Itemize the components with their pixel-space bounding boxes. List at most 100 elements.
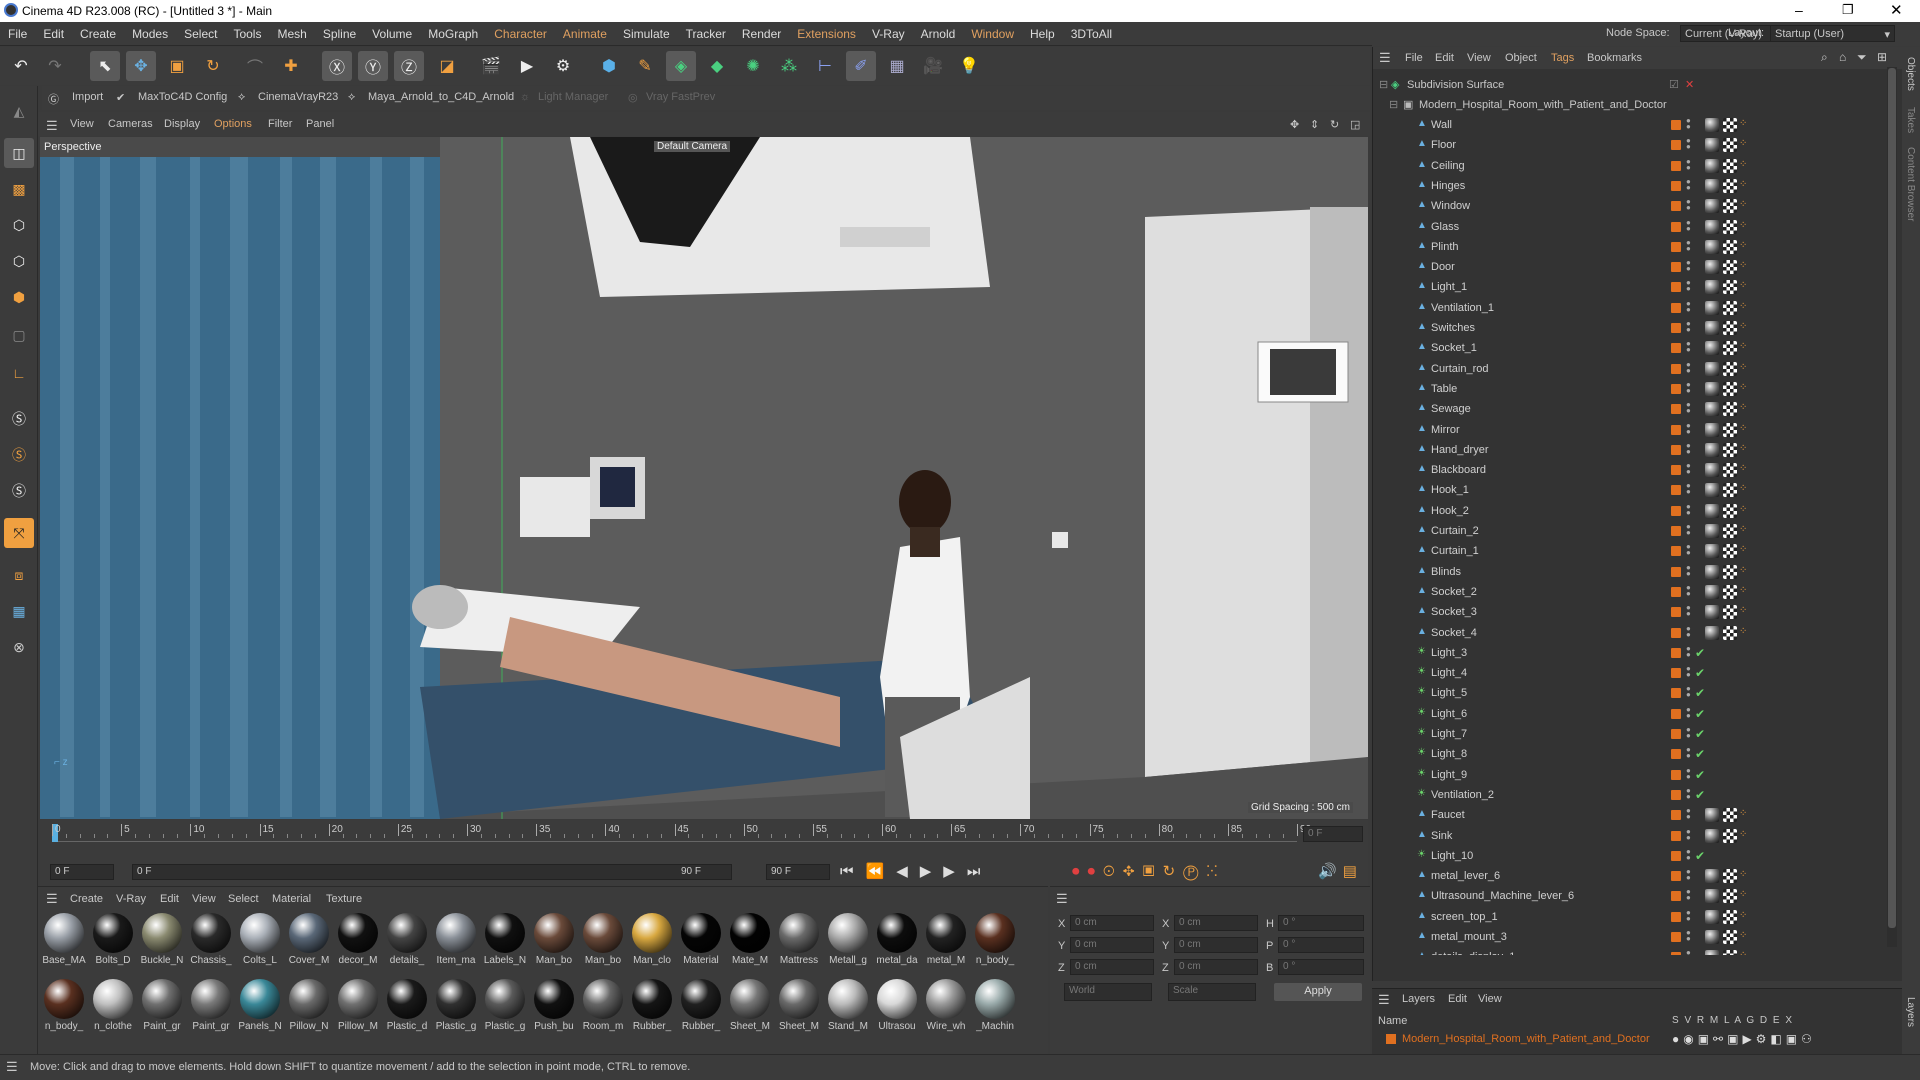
- visibility-dots-icon[interactable]: ●●: [1686, 807, 1691, 822]
- deformer-icon[interactable]: ⊢: [810, 51, 840, 81]
- layer-color-swatch[interactable]: [1671, 201, 1681, 212]
- visibility-dots-icon[interactable]: ●●: [1686, 604, 1691, 619]
- selection-tag-icon[interactable]: ⁘: [1739, 118, 1753, 132]
- object-row[interactable]: ▲ Curtain_1 ● ● ⁘: [1373, 541, 1885, 561]
- object-row[interactable]: ▲ Blinds ● ● ⁘: [1373, 562, 1885, 582]
- collapse-icon[interactable]: ⊟: [1379, 78, 1388, 91]
- material-swatch[interactable]: Buckle_N: [140, 911, 184, 973]
- selection-tag-icon[interactable]: ⁘: [1739, 301, 1753, 315]
- enabled-check-icon[interactable]: ✔: [1695, 666, 1709, 680]
- object-group-row[interactable]: ⊟ ▣ Modern_Hospital_Room_with_Patient_an…: [1373, 95, 1885, 115]
- minimize-button[interactable]: –: [1795, 2, 1803, 18]
- x-axis-icon[interactable]: Ⓧ: [322, 51, 352, 81]
- material-tag-icon[interactable]: [1705, 524, 1719, 538]
- layer-color-swatch[interactable]: [1671, 424, 1681, 435]
- material-tag-icon[interactable]: [1705, 889, 1719, 904]
- hamburger-icon[interactable]: ☰: [1378, 992, 1390, 1008]
- material-swatch[interactable]: Plastic_d: [385, 977, 429, 1039]
- maximize-view-icon[interactable]: ◲: [1350, 118, 1360, 131]
- filter-icon[interactable]: ⏷: [1857, 50, 1867, 65]
- object-row[interactable]: ▲ Blackboard ● ● ⁘: [1373, 460, 1885, 480]
- selection-tag-icon[interactable]: ⁘: [1739, 260, 1753, 274]
- material-swatch[interactable]: Stand_M: [826, 977, 870, 1039]
- uvw-tag-icon[interactable]: [1723, 544, 1737, 559]
- object-row[interactable]: ▲ Hook_2 ● ● ⁘: [1373, 501, 1885, 521]
- mat-menu-material[interactable]: Material: [272, 893, 311, 905]
- layer-color-swatch[interactable]: [1671, 789, 1681, 800]
- material-tag-icon[interactable]: [1705, 909, 1719, 924]
- material-swatch[interactable]: Item_ma: [434, 911, 478, 973]
- uvw-tag-icon[interactable]: [1723, 584, 1737, 599]
- layers-menu-edit[interactable]: Edit: [1448, 993, 1467, 1005]
- visibility-dots-icon[interactable]: ●●: [1686, 563, 1691, 579]
- material-tag-icon[interactable]: [1705, 950, 1719, 955]
- selection-tag-icon[interactable]: ⁘: [1739, 321, 1753, 335]
- object-row[interactable]: ▲ Window ● ● ⁘: [1373, 196, 1885, 216]
- visibility-dots-icon[interactable]: ●●: [1686, 218, 1691, 234]
- layer-color-swatch[interactable]: [1671, 241, 1681, 252]
- selection-tag-icon[interactable]: ⁘: [1739, 524, 1753, 538]
- menu-select[interactable]: Select: [176, 22, 225, 41]
- visibility-dots-icon[interactable]: ●●: [1686, 685, 1691, 700]
- material-tag-icon[interactable]: [1705, 260, 1719, 275]
- material-tag-icon[interactable]: [1705, 219, 1719, 234]
- size-x-field[interactable]: 0 cm: [1174, 915, 1258, 931]
- om-menu-bookmarks[interactable]: Bookmarks: [1587, 52, 1642, 64]
- visibility-dots-icon[interactable]: ●●: [1686, 401, 1691, 416]
- mat-menu-view[interactable]: View: [192, 893, 216, 905]
- visibility-dots-icon[interactable]: ●●: [1686, 868, 1691, 883]
- visibility-dots-icon[interactable]: ●●: [1686, 726, 1691, 741]
- rot-p-field[interactable]: 0 °: [1278, 937, 1364, 953]
- uvw-tag-icon[interactable]: [1723, 625, 1737, 640]
- visibility-dots-icon[interactable]: ●●: [1686, 827, 1691, 843]
- menu-mesh[interactable]: Mesh: [269, 22, 314, 41]
- material-swatch[interactable]: Man_bo: [581, 911, 625, 973]
- world-coord-icon[interactable]: ◪: [432, 51, 462, 81]
- hamburger-icon[interactable]: ☰: [46, 118, 58, 134]
- vp-menu-view[interactable]: View: [70, 118, 94, 130]
- visibility-dots-icon[interactable]: ●●: [1686, 888, 1691, 903]
- material-swatch[interactable]: Base_MA: [42, 911, 86, 973]
- visibility-dots-icon[interactable]: ●●: [1686, 705, 1691, 721]
- layer-color-swatch[interactable]: [1671, 120, 1681, 130]
- locked-workplane-icon[interactable]: ▦: [4, 596, 34, 626]
- material-tag-icon[interactable]: [1705, 503, 1719, 518]
- menu-simulate[interactable]: Simulate: [615, 22, 678, 41]
- material-swatch[interactable]: Chassis_: [189, 911, 233, 973]
- timeline-ruler[interactable]: 051015202530354045505560657075808590 0 F: [40, 820, 1368, 858]
- uvw-tag-icon[interactable]: [1723, 260, 1737, 275]
- prev-key-icon[interactable]: ⏪: [866, 863, 897, 880]
- menu-mograph[interactable]: MoGraph: [420, 22, 486, 41]
- material-tag-icon[interactable]: [1705, 402, 1719, 417]
- selection-tag-icon[interactable]: ⁘: [1739, 585, 1753, 599]
- apply-button[interactable]: Apply: [1274, 983, 1362, 1001]
- layer-color-swatch[interactable]: [1671, 830, 1681, 841]
- object-row[interactable]: ▲ Hook_1 ● ● ⁘: [1373, 480, 1885, 500]
- pos-y-field[interactable]: 0 cm: [1070, 937, 1154, 953]
- visibility-dots-icon[interactable]: ●●: [1686, 523, 1691, 538]
- hamburger-icon[interactable]: ☰: [46, 891, 58, 907]
- material-swatch[interactable]: Paint_gr: [189, 977, 233, 1039]
- uvw-tag-icon[interactable]: [1723, 199, 1737, 214]
- material-swatch[interactable]: decor_M: [336, 911, 380, 973]
- om-menu-view[interactable]: View: [1467, 52, 1491, 64]
- uvw-tag-icon[interactable]: [1723, 178, 1737, 193]
- selection-tag-icon[interactable]: ⁘: [1739, 159, 1753, 173]
- disabled-cross-icon[interactable]: ✕: [1685, 78, 1694, 91]
- layer-name[interactable]: Modern_Hospital_Room_with_Patient_and_Do…: [1402, 1033, 1650, 1045]
- uvw-tag-icon[interactable]: [1723, 808, 1737, 823]
- object-row[interactable]: ▲ Switches ● ● ⁘: [1373, 318, 1885, 338]
- render-settings-icon[interactable]: ⚙: [548, 51, 578, 81]
- object-row[interactable]: ☀ Light_10 ● ● ✔: [1373, 846, 1885, 866]
- uvw-tag-icon[interactable]: [1723, 361, 1737, 376]
- visibility-dots-icon[interactable]: ●●: [1686, 320, 1691, 335]
- object-row[interactable]: ▲ Wall ● ● ⁘: [1373, 115, 1885, 135]
- object-row[interactable]: ☀ Light_8 ● ● ✔: [1373, 744, 1885, 764]
- vp-menu-panel[interactable]: Panel: [306, 118, 334, 130]
- menu-volume[interactable]: Volume: [364, 22, 420, 41]
- record-icon[interactable]: ⏺: [1072, 863, 1088, 880]
- uvw-tag-icon[interactable]: [1723, 605, 1737, 620]
- object-row[interactable]: ▲ Socket_4 ● ● ⁘: [1373, 623, 1885, 643]
- object-row[interactable]: ▲ Mirror ● ● ⁘: [1373, 420, 1885, 440]
- object-row[interactable]: ▲ Ventilation_1 ● ● ⁘: [1373, 298, 1885, 318]
